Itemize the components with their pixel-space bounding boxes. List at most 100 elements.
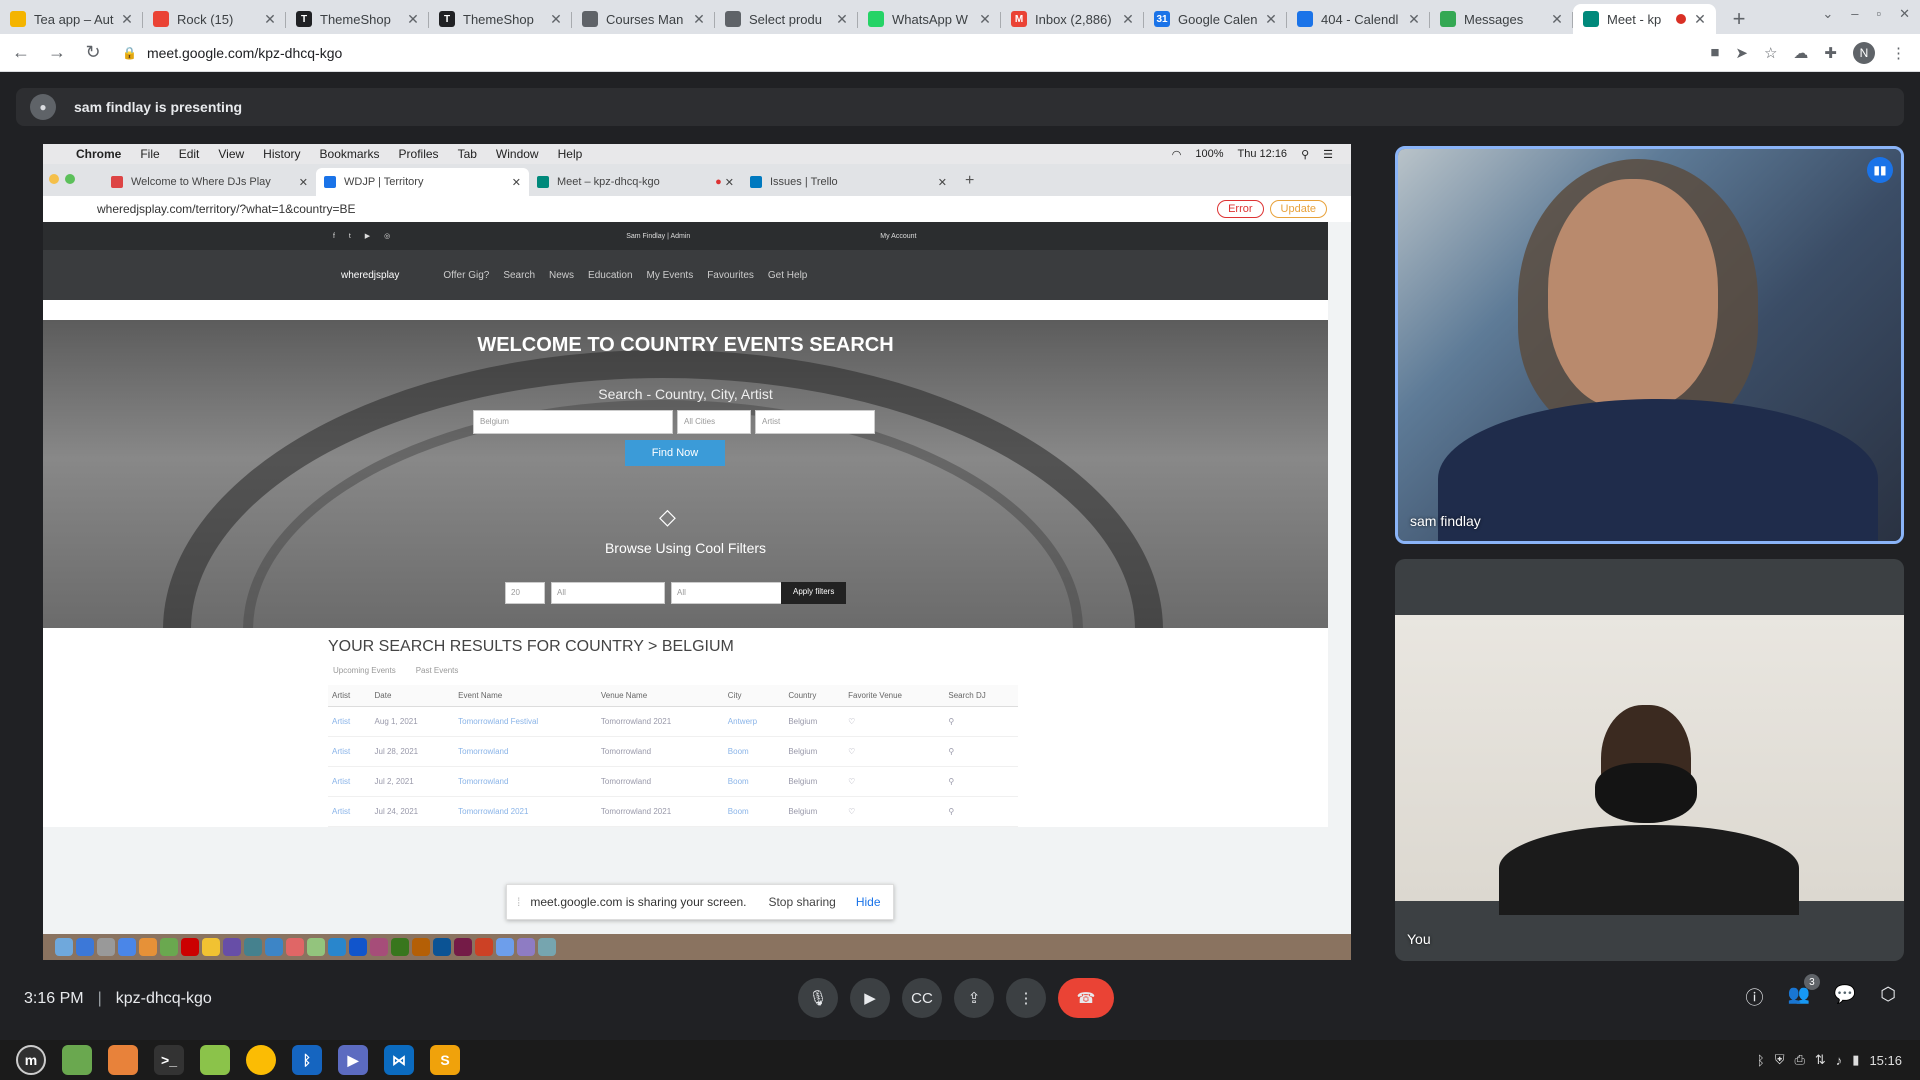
dock-app-icon <box>349 938 367 956</box>
browser-tab[interactable]: Meet - kp ✕ <box>1573 4 1716 34</box>
hide-banner-button: Hide <box>855 895 881 909</box>
table-cell: Tomorrowland 2021 <box>596 706 724 737</box>
back-icon[interactable]: ← <box>6 38 36 68</box>
tab-close-icon[interactable]: ✕ <box>977 11 993 28</box>
favorite-heart-icon: ♡ <box>844 796 945 827</box>
sublime-app-icon[interactable]: S <box>430 1045 460 1075</box>
present-button[interactable]: ⇪ <box>954 978 994 1018</box>
dock-app-icon <box>328 938 346 956</box>
browser-tab[interactable]: Tea app – Aut ✕ <box>0 4 143 34</box>
participant-tile-self[interactable]: You <box>1395 559 1904 961</box>
self-name: You <box>1407 931 1431 947</box>
reload-icon[interactable]: ↻ <box>78 38 108 68</box>
microphone-button[interactable]: 🎙 <box>798 978 838 1018</box>
table-row: Artist Aug 1, 2021 Tomorrowland Festival To… <box>328 706 1018 737</box>
mint-menu-icon[interactable]: m <box>16 1045 46 1075</box>
tab-close-icon[interactable]: ✕ <box>548 11 564 28</box>
tab-close-icon[interactable]: ✕ <box>1692 11 1708 28</box>
site-account-label: My Account <box>880 232 917 240</box>
volume-tray-icon[interactable]: ♪ <box>1836 1053 1843 1068</box>
genre-filter: All <box>551 582 665 604</box>
tab-close-icon[interactable]: ✕ <box>1120 11 1136 28</box>
browser-toolbar: ← → ↻ 🔒 meet.google.com/kpz-dhcq-kgo ■ ➤… <box>0 34 1920 72</box>
browser-tab[interactable]: T ThemeShop ✕ <box>286 4 429 34</box>
dock-app-icon <box>118 938 136 956</box>
site-nav-item: Offer Gig? <box>443 269 490 281</box>
mac-menubar: Chrome File Edit View History Bookmarks … <box>43 144 1351 164</box>
browser-tab[interactable]: 404 - Calendl ✕ <box>1287 4 1430 34</box>
maximize-icon[interactable]: ▫ <box>1876 6 1881 22</box>
captions-button[interactable]: CC <box>902 978 942 1018</box>
address-bar[interactable]: 🔒 meet.google.com/kpz-dhcq-kgo <box>122 45 1682 61</box>
terminal-app-icon[interactable]: >_ <box>154 1045 184 1075</box>
media-player-icon[interactable]: ▶ <box>338 1045 368 1075</box>
drag-grip-icon: ⁞ <box>517 895 521 909</box>
browser-tab[interactable]: Rock (15) ✕ <box>143 4 286 34</box>
folder-app-icon[interactable] <box>200 1045 230 1075</box>
tab-title: Google Calen <box>1178 11 1258 27</box>
participant-tile-presenter[interactable]: ▮▮ sam findlay <box>1395 146 1904 544</box>
vscode-app-icon[interactable]: ⋈ <box>384 1045 414 1075</box>
new-tab-button[interactable]: + <box>1724 4 1754 34</box>
camera-button[interactable]: ▶ <box>850 978 890 1018</box>
bluetooth-app-icon[interactable]: ᛒ <box>292 1045 322 1075</box>
site-nav-item: Favourites <box>707 269 754 281</box>
tab-close-icon[interactable]: ✕ <box>405 11 421 28</box>
search-dj-icon: ⚲ <box>944 736 1018 767</box>
browser-tab[interactable]: 31 Google Calen ✕ <box>1144 4 1287 34</box>
chrome-app-icon[interactable] <box>246 1045 276 1075</box>
presenting-text: sam findlay is presenting <box>74 99 243 115</box>
tab-close-icon[interactable]: ✕ <box>262 11 278 28</box>
meeting-info-icon[interactable]: ⓘ <box>1745 984 1763 1010</box>
minimize-icon[interactable]: – <box>1851 6 1858 22</box>
bluetooth-tray-icon[interactable]: ᛒ <box>1757 1053 1765 1068</box>
tab-title: ThemeShop <box>463 11 534 27</box>
bookmark-star-icon[interactable]: ☆ <box>1764 44 1777 62</box>
printer-tray-icon[interactable]: ⎙ <box>1794 1052 1804 1068</box>
lock-icon: 🔒 <box>122 45 137 60</box>
shield-tray-icon[interactable]: ⛨ <box>1775 1052 1785 1068</box>
tab-search-icon[interactable]: ⌄ <box>1822 6 1833 22</box>
tab-close-icon[interactable]: ✕ <box>1406 11 1422 28</box>
table-cell: Boom <box>723 766 785 797</box>
dock-app-icon <box>76 938 94 956</box>
more-options-button[interactable]: ⋮ <box>1006 978 1046 1018</box>
activities-icon[interactable]: ⬡ <box>1880 984 1896 1010</box>
people-button[interactable]: 👥 3 <box>1787 974 1820 1010</box>
tab-close-icon[interactable]: ✕ <box>691 11 707 28</box>
tab-favicon-icon <box>725 11 741 27</box>
send-icon[interactable]: ➤ <box>1735 44 1748 62</box>
browser-tab[interactable]: Messages ✕ <box>1430 4 1573 34</box>
tab-close-icon[interactable]: ✕ <box>834 11 850 28</box>
browser-tab[interactable]: M Inbox (2,886) ✕ <box>1001 4 1144 34</box>
site-nav-item: My Events <box>646 269 694 281</box>
cloud-icon[interactable]: ☁ <box>1793 44 1808 62</box>
table-cell: Aug 1, 2021 <box>370 706 455 737</box>
browser-tab[interactable]: Courses Man ✕ <box>572 4 715 34</box>
dock-app-icon <box>265 938 283 956</box>
table-cell: Jul 2, 2021 <box>370 766 455 797</box>
inner-address-bar: wheredjsplay.com/territory/?what=1&count… <box>43 196 1351 222</box>
extensions-icon[interactable]: ✚ <box>1824 44 1837 62</box>
tab-title: ThemeShop <box>320 11 391 27</box>
tab-close-icon[interactable]: ✕ <box>1263 11 1279 28</box>
browser-tab[interactable]: WhatsApp W ✕ <box>858 4 1001 34</box>
menu-kebab-icon[interactable]: ⋮ <box>1891 44 1906 62</box>
camera-icon[interactable]: ■ <box>1710 44 1719 61</box>
close-window-icon[interactable]: ✕ <box>1899 6 1910 22</box>
network-tray-icon[interactable]: ⇅ <box>1815 1052 1826 1068</box>
battery-tray-icon[interactable]: ▮ <box>1852 1052 1859 1068</box>
firefox-app-icon[interactable] <box>108 1045 138 1075</box>
inner-url: wheredjsplay.com/territory/?what=1&count… <box>97 202 356 216</box>
tab-close-icon[interactable]: ✕ <box>119 11 135 28</box>
leave-call-button[interactable]: ☎ <box>1058 978 1114 1018</box>
browser-tab[interactable]: Select produ ✕ <box>715 4 858 34</box>
tab-title: WhatsApp W <box>892 11 968 27</box>
profile-avatar[interactable]: N <box>1853 41 1875 64</box>
forward-icon[interactable]: → <box>42 38 72 68</box>
files-app-icon[interactable] <box>62 1045 92 1075</box>
tab-close-icon[interactable]: ✕ <box>1549 11 1565 28</box>
browser-tab[interactable]: T ThemeShop ✕ <box>429 4 572 34</box>
chat-icon[interactable]: 💬 <box>1834 984 1856 1010</box>
upcoming-tab: Upcoming Events <box>333 666 396 675</box>
